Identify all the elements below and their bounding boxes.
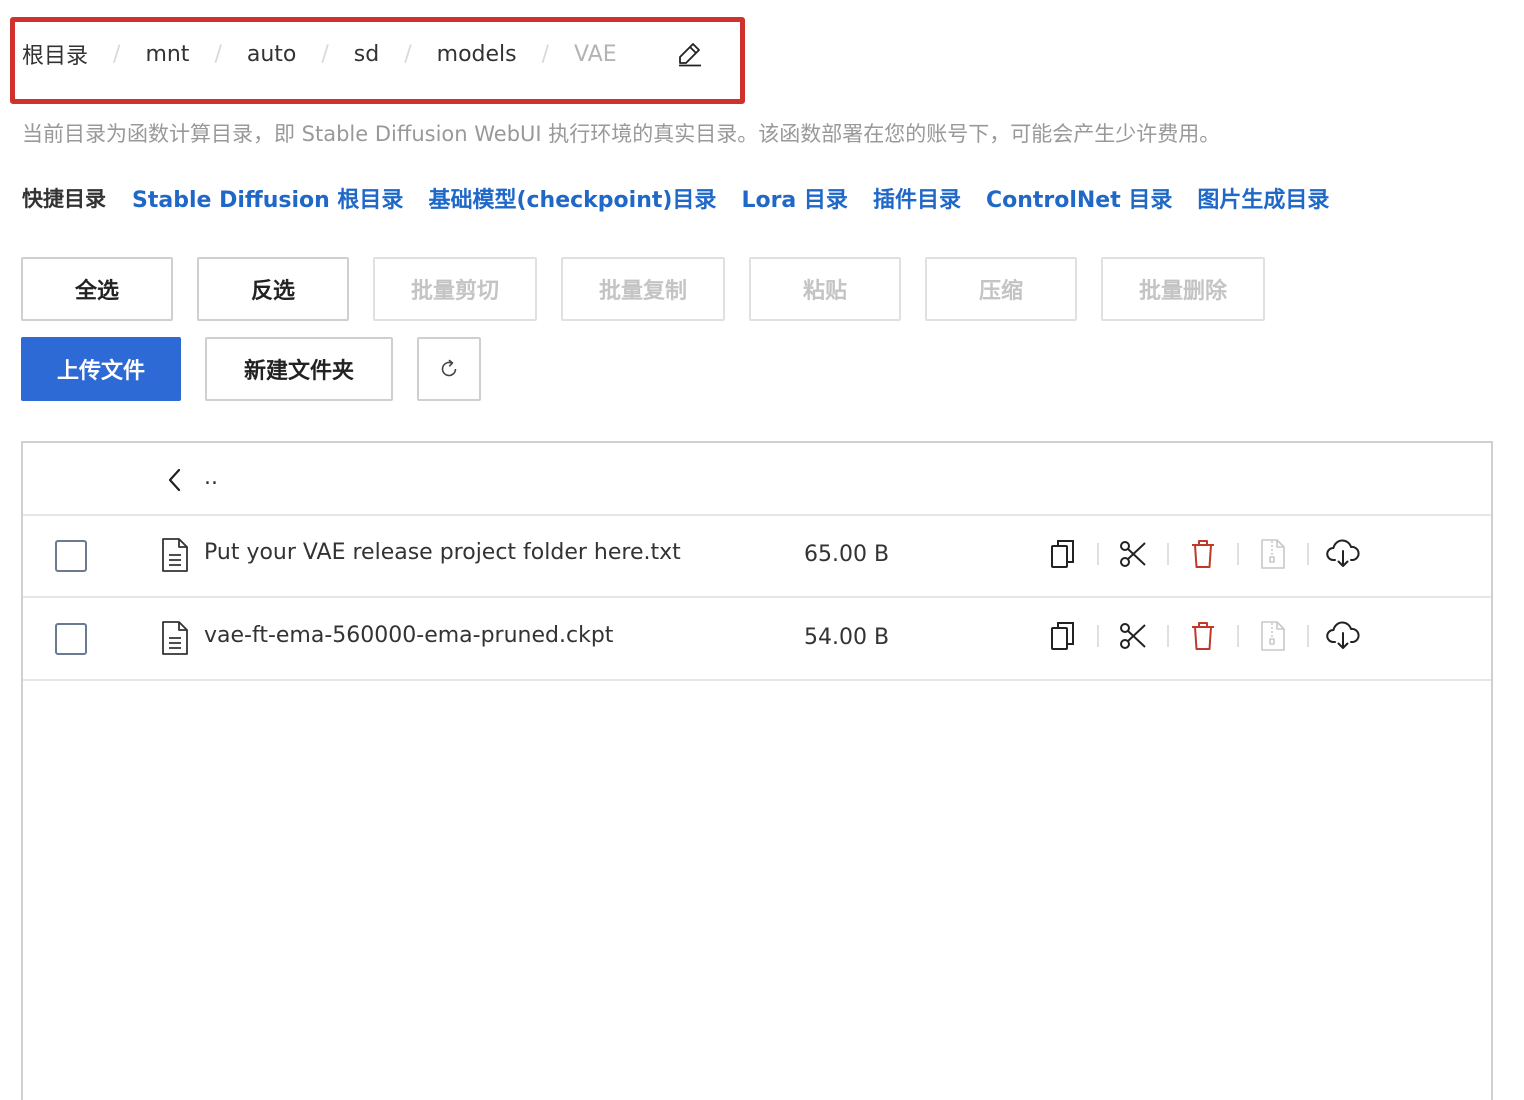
breadcrumb-models[interactable]: models: [437, 42, 517, 67]
row-checkbox[interactable]: [55, 623, 87, 655]
edit-path-icon[interactable]: [677, 41, 703, 67]
breadcrumb-root[interactable]: 根目录: [22, 38, 88, 70]
invert-selection-button[interactable]: 反选: [197, 257, 349, 321]
compress-button[interactable]: 压缩: [925, 257, 1077, 321]
cut-icon[interactable]: [1115, 536, 1151, 572]
breadcrumb-current: VAE: [574, 41, 617, 67]
divider: [1307, 543, 1309, 565]
quick-link-lora[interactable]: Lora 目录: [741, 182, 848, 214]
copy-icon[interactable]: [1045, 536, 1081, 572]
divider: [1167, 543, 1169, 565]
table-row: Put your VAE release project folder here…: [23, 516, 1491, 598]
row-actions: [1045, 534, 1361, 574]
cloud-download-icon[interactable]: [1325, 536, 1361, 572]
breadcrumb-sd[interactable]: sd: [354, 42, 379, 67]
batch-delete-button[interactable]: 批量删除: [1101, 257, 1265, 321]
file-list: .. Put your VAE release project folder h…: [21, 441, 1493, 1100]
cloud-download-icon[interactable]: [1325, 618, 1361, 654]
zip-file-icon: [1255, 618, 1291, 654]
divider: [1307, 625, 1309, 647]
file-name[interactable]: Put your VAE release project folder here…: [204, 540, 681, 565]
divider: [1237, 543, 1239, 565]
breadcrumb-separator: /: [321, 41, 329, 67]
directory-hint: 当前目录为函数计算目录，即 Stable Diffusion WebUI 执行环…: [22, 122, 1221, 146]
quick-link-extensions[interactable]: 插件目录: [873, 182, 961, 214]
select-all-button[interactable]: 全选: [21, 257, 173, 321]
delete-icon[interactable]: [1185, 536, 1221, 572]
parent-directory-row[interactable]: ..: [23, 443, 1491, 516]
file-size: 54.00 B: [804, 625, 890, 650]
batch-cut-button[interactable]: 批量剪切: [373, 257, 537, 321]
breadcrumb-separator: /: [113, 41, 121, 67]
row-actions: [1045, 616, 1361, 656]
breadcrumb-separator: /: [404, 41, 412, 67]
file-icon: [160, 537, 190, 573]
divider: [1237, 625, 1239, 647]
quick-label: 快捷目录: [22, 187, 106, 211]
copy-icon[interactable]: [1045, 618, 1081, 654]
batch-copy-button[interactable]: 批量复制: [561, 257, 725, 321]
file-name[interactable]: vae-ft-ema-560000-ema-pruned.ckpt: [204, 623, 613, 648]
cut-icon[interactable]: [1115, 618, 1151, 654]
file-icon: [160, 620, 190, 656]
refresh-icon: [441, 359, 457, 377]
parent-directory-label[interactable]: ..: [204, 465, 218, 490]
quick-link-sd-root[interactable]: Stable Diffusion 根目录: [132, 182, 403, 214]
breadcrumb-mnt[interactable]: mnt: [145, 42, 189, 67]
paste-button[interactable]: 粘贴: [749, 257, 901, 321]
breadcrumb-separator: /: [214, 41, 222, 67]
file-size: 65.00 B: [804, 542, 890, 567]
breadcrumb: 根目录 / mnt / auto / sd / models / VAE: [22, 36, 617, 72]
table-row: vae-ft-ema-560000-ema-pruned.ckpt 54.00 …: [23, 598, 1491, 681]
quick-link-controlnet[interactable]: ControlNet 目录: [986, 182, 1172, 214]
delete-icon[interactable]: [1185, 618, 1221, 654]
back-icon[interactable]: [164, 467, 186, 493]
new-folder-button[interactable]: 新建文件夹: [205, 337, 393, 401]
divider: [1097, 543, 1099, 565]
quick-link-outputs[interactable]: 图片生成目录: [1197, 182, 1329, 214]
breadcrumb-auto[interactable]: auto: [247, 42, 297, 67]
breadcrumb-separator: /: [541, 41, 550, 67]
upload-file-button[interactable]: 上传文件: [21, 337, 181, 401]
quick-directories: 快捷目录 Stable Diffusion 根目录 基础模型(checkpoin…: [22, 180, 1354, 216]
row-checkbox[interactable]: [55, 540, 87, 572]
zip-file-icon: [1255, 536, 1291, 572]
divider: [1167, 625, 1169, 647]
divider: [1097, 625, 1099, 647]
refresh-button[interactable]: [417, 337, 481, 401]
quick-link-checkpoint[interactable]: 基础模型(checkpoint)目录: [428, 182, 716, 214]
